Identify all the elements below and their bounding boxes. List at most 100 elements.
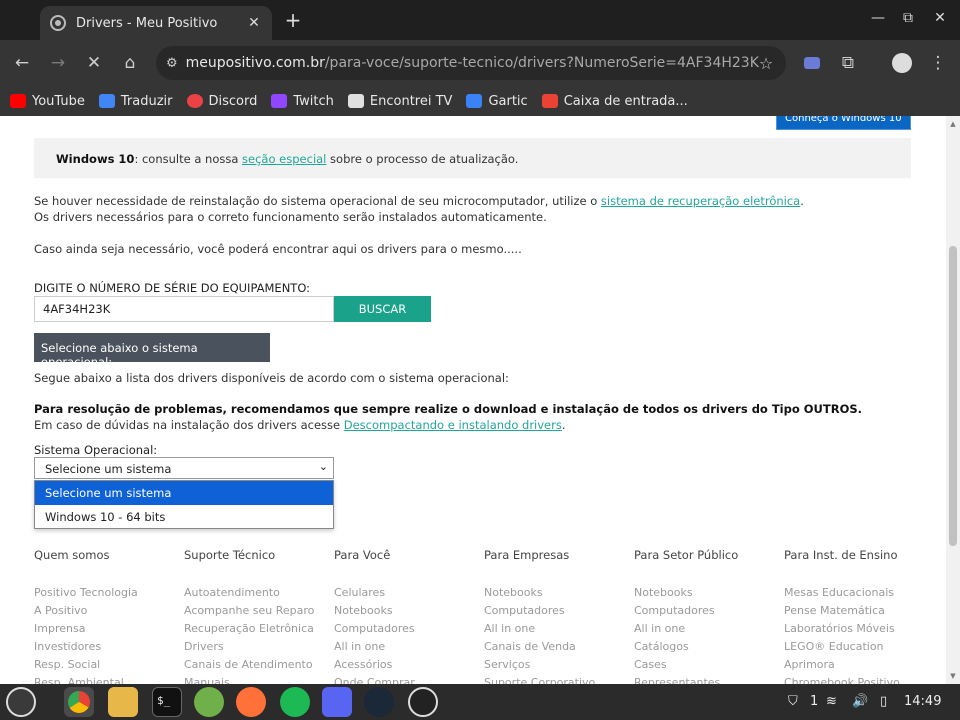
footer-link[interactable]: Serviços	[484, 656, 595, 674]
footer-link[interactable]: Manuais	[184, 674, 314, 684]
bookmark-gmail[interactable]: Caixa de entrada...	[541, 94, 688, 109]
footer-link[interactable]: Computadores	[484, 602, 595, 620]
footer-link[interactable]: Recuperação Eletrônica	[184, 620, 314, 638]
doubts-text: Em caso de dúvidas na instalação dos dri…	[34, 418, 566, 432]
footer-link[interactable]: Drivers	[184, 638, 314, 656]
close-tab-icon[interactable]: ✕	[246, 15, 262, 31]
footer-title-suporte: Suporte Técnico	[184, 548, 276, 562]
calculator-icon[interactable]	[194, 687, 224, 717]
footer-link[interactable]: Catálogos	[634, 638, 720, 656]
footer-link[interactable]: Positivo Tecnologia	[34, 584, 138, 602]
close-window-button[interactable]: ✕	[930, 10, 950, 26]
os-option-windows10[interactable]: Windows 10 - 64 bits	[35, 505, 333, 529]
scroll-up-icon[interactable]: ▲	[949, 120, 957, 128]
footer-col-quem-somos: Positivo Tecnologia A Positivo Imprensa …	[34, 584, 138, 684]
os-option-select[interactable]: Selecione um sistema	[35, 481, 333, 505]
footer-link[interactable]: Acompanhe seu Reparo	[184, 602, 314, 620]
footer-link[interactable]: Computadores	[334, 620, 415, 638]
search-button[interactable]: BUSCAR	[334, 296, 431, 322]
footer-link[interactable]: Resp. Ambiental	[34, 674, 138, 684]
list-intro-text: Segue abaixo a lista dos drivers disponí…	[34, 371, 509, 385]
footer-link[interactable]: Cases	[634, 656, 720, 674]
os-select[interactable]: Selecione um sistema ⌄	[34, 457, 334, 479]
maximize-button[interactable]: ⧉	[898, 10, 918, 26]
notification-count: 1	[810, 694, 819, 709]
footer-link[interactable]: Pense Matemática	[784, 602, 900, 620]
footer-link[interactable]: Onde Comprar	[334, 674, 415, 684]
footer-link[interactable]: Imprensa	[34, 620, 138, 638]
os-label: Sistema Operacional:	[34, 443, 158, 457]
scrollbar-thumb[interactable]	[949, 246, 957, 546]
footer-link[interactable]: Representantes	[634, 674, 720, 684]
footer-link[interactable]: Mesas Educacionais	[784, 584, 900, 602]
bookmark-traduzir[interactable]: Traduzir	[98, 94, 173, 109]
discord-icon	[186, 94, 203, 108]
footer-link[interactable]: A Positivo	[34, 602, 138, 620]
steam-icon[interactable]	[364, 687, 394, 717]
footer-title-quem-somos: Quem somos	[34, 548, 110, 562]
site-settings-icon[interactable]: ⚙	[166, 56, 178, 71]
footer-link[interactable]: Notebooks	[634, 584, 720, 602]
clock[interactable]: 14:49	[904, 694, 941, 709]
terminal-icon[interactable]: $_	[152, 687, 182, 717]
chrome-icon[interactable]	[64, 687, 94, 717]
footer-link[interactable]: All in one	[634, 620, 720, 638]
volume-icon[interactable]: 🔊	[852, 694, 868, 709]
footer-link[interactable]: Chromebook Positivo	[784, 674, 900, 684]
discord-icon[interactable]	[322, 687, 352, 717]
back-icon[interactable]: ←	[10, 51, 34, 75]
bookmark-twitch[interactable]: Twitch	[271, 94, 334, 109]
home-icon[interactable]: ⌂	[118, 51, 142, 75]
recovery-link[interactable]: sistema de recuperação eletrônica	[601, 194, 800, 208]
spotify-icon[interactable]	[280, 687, 310, 717]
extension-badge-icon[interactable]	[800, 51, 824, 75]
new-tab-button[interactable]: +	[282, 8, 304, 32]
footer-link[interactable]: Computadores	[634, 602, 720, 620]
footer-link[interactable]: Canais de Atendimento	[184, 656, 314, 674]
footer-link[interactable]: Acessórios	[334, 656, 415, 674]
scroll-down-icon[interactable]: ▼	[949, 672, 957, 680]
url-text[interactable]: meupositivo.com.br/para-voce/suporte-tec…	[186, 55, 759, 71]
serial-number-input[interactable]	[34, 296, 334, 322]
footer-link[interactable]: Notebooks	[334, 602, 415, 620]
extensions-puzzle-icon[interactable]: ⧉	[836, 51, 860, 75]
footer-link[interactable]: Notebooks	[484, 584, 595, 602]
footer-link[interactable]: Aprimora	[784, 656, 900, 674]
footer-link[interactable]: Resp. Social	[34, 656, 138, 674]
page-scrollbar[interactable]: ▲ ▼	[946, 116, 960, 684]
unzip-install-link[interactable]: Descompactando e instalando drivers	[344, 418, 562, 432]
bookmark-youtube[interactable]: YouTube	[10, 94, 85, 109]
profile-icon[interactable]	[890, 51, 914, 75]
firefox-icon[interactable]	[236, 687, 266, 717]
shield-icon[interactable]: ⛉	[788, 694, 798, 709]
bookmark-gartic[interactable]: Gartic	[466, 94, 528, 109]
footer-link[interactable]: Autoatendimento	[184, 584, 314, 602]
tab-drivers[interactable]: Drivers - Meu Positivo ✕	[40, 6, 272, 40]
battery-icon[interactable]: ▯	[880, 694, 887, 709]
still-needed-text: Caso ainda seja necessário, você poderá …	[34, 242, 522, 256]
stop-icon[interactable]: ✕	[82, 51, 106, 75]
windows-10-banner[interactable]: Conheça o Windows 10	[776, 116, 911, 130]
translate-icon	[98, 94, 115, 108]
footer-link[interactable]: Celulares	[334, 584, 415, 602]
bookmark-discord[interactable]: Discord	[186, 94, 257, 109]
files-icon[interactable]	[108, 687, 138, 717]
address-bar[interactable]: ⚙ meupositivo.com.br/para-voce/suporte-t…	[156, 46, 786, 80]
footer-link[interactable]: LEGO® Education	[784, 638, 900, 656]
wifi-icon[interactable]: ≋	[826, 694, 837, 709]
footer-link[interactable]: Investidores	[34, 638, 138, 656]
footer-link[interactable]: Canais de Venda	[484, 638, 595, 656]
footer-link[interactable]: All in one	[334, 638, 415, 656]
bookmark-star-icon[interactable]: ☆	[759, 54, 773, 73]
minimize-button[interactable]: —	[868, 10, 888, 26]
forward-icon[interactable]: →	[46, 51, 70, 75]
special-section-link[interactable]: seção especial	[242, 152, 326, 166]
footer-link[interactable]: Laboratórios Móveis	[784, 620, 900, 638]
footer-link[interactable]: All in one	[484, 620, 595, 638]
mint-menu-icon[interactable]	[6, 687, 36, 717]
footer-link[interactable]: Suporte Corporativo	[484, 674, 595, 684]
encontrei-tv-icon	[347, 94, 364, 108]
menu-icon[interactable]: ⋮	[926, 51, 950, 75]
obs-icon[interactable]	[408, 687, 438, 717]
bookmark-encontrei-tv[interactable]: Encontrei TV	[347, 94, 452, 109]
